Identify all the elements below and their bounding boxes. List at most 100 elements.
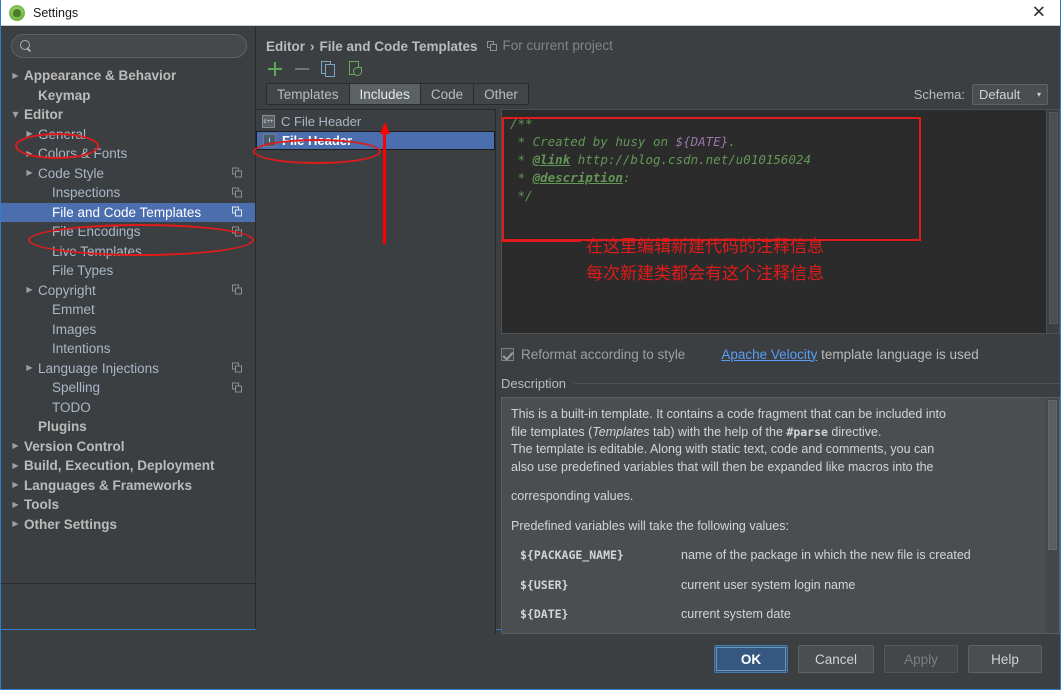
sidebar-item-todo[interactable]: ▶TODO xyxy=(1,398,255,418)
sidebar-item-label: Language Injections xyxy=(38,360,159,376)
reset-template-button[interactable] xyxy=(347,60,365,78)
chevron-down-icon[interactable]: ▼ xyxy=(9,110,22,119)
android-studio-icon xyxy=(9,4,25,21)
description-divider xyxy=(574,383,1060,384)
chevron-right-icon[interactable]: ▶ xyxy=(23,364,36,372)
close-icon[interactable]: ✕ xyxy=(1032,4,1046,21)
description-scrollbar[interactable] xyxy=(1046,398,1059,633)
sidebar-item-version-control[interactable]: ▶ Version Control xyxy=(1,437,255,457)
window-title: Settings xyxy=(33,5,79,20)
copy-settings-icon xyxy=(232,226,243,237)
code-token-tagdoc: @link xyxy=(532,152,571,167)
variable-name: ${DATE} xyxy=(520,607,569,621)
cancel-button[interactable]: Cancel xyxy=(797,645,874,673)
tab-templates[interactable]: Templates xyxy=(266,83,349,105)
chevron-right-icon[interactable]: ▶ xyxy=(9,500,22,509)
template-code[interactable]: /** * Created by husy on ${DATE}. * @lin… xyxy=(502,110,1059,205)
add-template-button[interactable] xyxy=(266,60,284,78)
code-token-plain: http://blog.csdn.net/u010156024 xyxy=(570,152,812,167)
tab-other[interactable]: Other xyxy=(473,83,529,105)
sidebar-item-intentions[interactable]: ▶Intentions xyxy=(1,339,255,359)
schema-select[interactable]: Default ▾ xyxy=(972,84,1048,105)
chevron-right-icon[interactable]: ▶ xyxy=(23,130,36,138)
breadcrumb: Editor › File and Code Templates For cur… xyxy=(256,26,1060,54)
sidebar-item-colors-fonts[interactable]: ▶ Colors & Fonts xyxy=(1,144,255,164)
apply-button: Apply xyxy=(884,645,958,673)
copy-template-button[interactable] xyxy=(320,60,338,78)
sidebar-item-appearance-behavior[interactable]: ▶ Appearance & Behavior xyxy=(1,66,255,86)
help-button[interactable]: Help xyxy=(968,645,1042,673)
sidebar-item-languages-frameworks[interactable]: ▶ Languages & Frameworks xyxy=(1,476,255,496)
search-input[interactable] xyxy=(33,39,246,53)
sidebar-item-file-encodings[interactable]: ▶File Encodings xyxy=(1,222,255,242)
chevron-right-icon[interactable]: ▶ xyxy=(9,481,22,489)
file-template-icon: i xyxy=(263,134,276,147)
chevron-right-icon[interactable]: ▶ xyxy=(23,149,36,158)
sidebar-item-label: File Encodings xyxy=(52,224,141,240)
title-bar: Settings ✕ xyxy=(1,0,1060,26)
velocity-note: Apache Velocity template language is use… xyxy=(721,347,978,362)
tab-includes[interactable]: Includes xyxy=(348,83,420,105)
chevron-right-icon[interactable]: ▶ xyxy=(23,169,36,177)
sidebar-item-inspections[interactable]: ▶Inspections xyxy=(1,183,255,203)
code-token-plain: . xyxy=(728,134,736,149)
breadcrumb-scope: For current project xyxy=(486,38,613,53)
code-token-plain: * xyxy=(510,170,533,185)
chevron-right-icon[interactable]: ▶ xyxy=(23,286,36,294)
chevron-right-icon[interactable]: ▶ xyxy=(9,520,22,528)
copy-settings-icon xyxy=(232,187,243,198)
description-line-1: This is a built-in template. It contains… xyxy=(511,407,946,421)
code-line: */ xyxy=(510,187,1059,205)
chevron-right-icon[interactable]: ▶ xyxy=(9,442,22,450)
editor-scrollbar[interactable] xyxy=(1046,110,1059,333)
sidebar-item-spelling[interactable]: ▶Spelling xyxy=(1,378,255,398)
ok-button[interactable]: OK xyxy=(713,645,788,673)
sidebar-item-general[interactable]: ▶ General xyxy=(1,125,255,145)
breadcrumb-parent[interactable]: Editor xyxy=(266,39,305,54)
sidebar-item-editor[interactable]: ▼ Editor xyxy=(1,105,255,125)
sidebar-item-label: General xyxy=(38,126,87,142)
tab-code[interactable]: Code xyxy=(419,83,474,105)
sidebar-item-label: Intentions xyxy=(52,341,111,357)
sidebar-item-language-injections[interactable]: ▶ Language Injections xyxy=(1,359,255,379)
sidebar-item-label: Inspections xyxy=(52,185,121,201)
reformat-label: Reformat according to style xyxy=(521,346,686,362)
chevron-right-icon[interactable]: ▶ xyxy=(9,461,22,470)
template-list-item[interactable]: c++ C File Header xyxy=(256,112,495,131)
template-list[interactable]: c++ C File Header i File Header xyxy=(256,109,496,634)
parse-directive: #parse xyxy=(786,424,828,439)
code-token-plain: * Created by husy on xyxy=(510,134,676,149)
templates-emphasis: Templates xyxy=(592,424,650,439)
description-box: This is a built-in template. It contains… xyxy=(501,397,1060,634)
code-line: * @description: xyxy=(510,169,1059,187)
sidebar-item-emmet[interactable]: ▶Emmet xyxy=(1,300,255,320)
variable-description: current user system login name xyxy=(681,577,856,592)
code-token-plain: /** xyxy=(510,116,533,131)
settings-tree[interactable]: ▶Appearance & Behavior▶Keymap▼Editor▶Gen… xyxy=(1,64,255,583)
sidebar-footer xyxy=(1,583,255,629)
sidebar-item-build-execution-deployment[interactable]: ▶ Build, Execution, Deployment xyxy=(1,456,255,476)
description-scrollbar-thumb[interactable] xyxy=(1048,400,1057,550)
search-box[interactable] xyxy=(11,34,247,58)
reformat-checkbox[interactable] xyxy=(501,347,514,361)
sidebar-item-live-templates[interactable]: ▶Live Templates xyxy=(1,242,255,262)
sidebar-item-label: TODO xyxy=(52,399,91,415)
template-list-item[interactable]: i File Header xyxy=(256,131,495,150)
sidebar-item-images[interactable]: ▶Images xyxy=(1,320,255,340)
sidebar-item-tools[interactable]: ▶ Tools xyxy=(1,495,255,515)
description-content: This is a built-in template. It contains… xyxy=(502,398,1059,633)
sidebar-item-plugins[interactable]: ▶Plugins xyxy=(1,417,255,437)
variable-row: ${USER} current user system login name xyxy=(511,574,1037,604)
template-editor[interactable]: /** * Created by husy on ${DATE}. * @lin… xyxy=(501,109,1060,334)
sidebar-item-other-settings[interactable]: ▶ Other Settings xyxy=(1,515,255,535)
sidebar-item-copyright[interactable]: ▶ Copyright xyxy=(1,281,255,301)
sidebar-item-code-style[interactable]: ▶ Code Style xyxy=(1,164,255,184)
editor-scrollbar-thumb[interactable] xyxy=(1049,112,1058,324)
chevron-right-icon[interactable]: ▶ xyxy=(9,71,22,80)
sidebar-item-file-types[interactable]: ▶File Types xyxy=(1,261,255,281)
code-token-plain: */ xyxy=(510,188,533,203)
remove-template-button[interactable] xyxy=(293,60,311,78)
sidebar-item-file-and-code-templates[interactable]: ▶File and Code Templates xyxy=(1,202,255,222)
sidebar-item-keymap[interactable]: ▶Keymap xyxy=(1,86,255,106)
apache-velocity-link[interactable]: Apache Velocity xyxy=(721,347,817,362)
